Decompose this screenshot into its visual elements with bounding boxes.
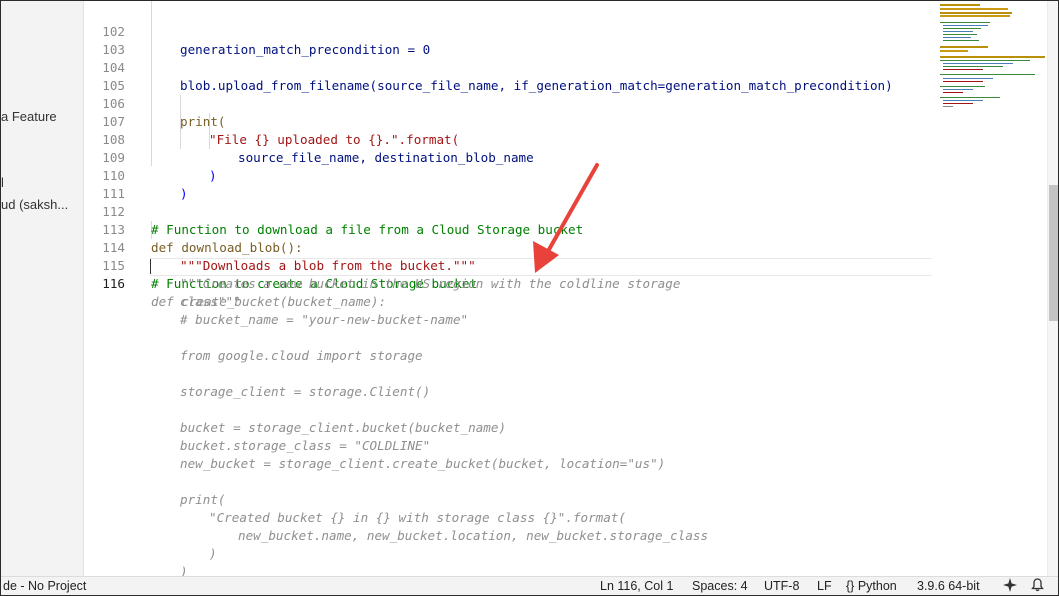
scrollbar-thumb[interactable] — [1049, 185, 1058, 321]
code-line: 107 "File {} uploaded to {}.".format( — [84, 95, 940, 147]
suggestion-text: """Creates a new bucket in the US region… — [180, 276, 681, 291]
status-project[interactable]: de - No Project — [3, 578, 86, 595]
status-cursor-position[interactable]: Ln 116, Col 1 — [600, 578, 673, 595]
suggestion-line: ) — [84, 563, 940, 576]
code-line: 110 ) — [84, 149, 940, 201]
suggestion-text: class""" — [180, 294, 241, 309]
suggestion-text: ) — [209, 546, 217, 561]
suggestion-text: storage_client = storage.Client() — [180, 384, 431, 399]
code-line: 104 blob.upload_from_filename(source_fil… — [84, 41, 940, 93]
code-line: 102 generation_match_precondition = 0 — [84, 5, 940, 57]
suggestion-line: new_bucket = storage_client.create_bucke… — [84, 455, 940, 473]
suggestion-text: # bucket_name = "your-new-bucket-name" — [180, 312, 469, 327]
status-line-ending[interactable]: LF — [817, 578, 832, 595]
suggestion-line: "Created bucket {} in {} with storage cl… — [84, 509, 940, 527]
code-line: 103 — [84, 23, 940, 57]
braces-icon: {} — [846, 579, 855, 593]
suggestion-line: class""" — [84, 293, 940, 311]
code-line: 111 — [84, 167, 940, 201]
app-window: a Feature l ud (saksh... 102 generation_… — [0, 0, 1059, 596]
suggestion-text: new_bucket = storage_client.create_bucke… — [180, 456, 666, 471]
suggestion-line: ) — [84, 545, 940, 563]
code-line: 114 """Downloads a blob from the bucket.… — [84, 221, 940, 273]
code-line: 108 source_file_name, destination_blob_n… — [84, 113, 940, 165]
suggestion-text: print( — [180, 492, 226, 507]
suggestion-text: ) — [180, 564, 188, 576]
sparkle-icon[interactable] — [1003, 578, 1017, 595]
suggestion-line: new_bucket.name, new_bucket.location, ne… — [84, 527, 940, 545]
suggestion-text: bucket = storage_client.bucket(bucket_na… — [180, 420, 507, 435]
sidebar: a Feature l ud (saksh... — [1, 1, 84, 576]
text-cursor — [150, 259, 151, 274]
sidebar-item[interactable]: l — [1, 175, 4, 190]
sidebar-item-feature[interactable]: a Feature — [1, 109, 57, 124]
status-language-mode[interactable]: {} Python — [846, 578, 897, 595]
suggestion-text: bucket.storage_class = "COLDLINE" — [180, 438, 431, 453]
code-line: 105 — [84, 59, 940, 93]
suggestion-text: "Created bucket {} in {} with storage cl… — [209, 510, 627, 525]
suggestion-line: print( — [84, 491, 940, 509]
status-encoding[interactable]: UTF-8 — [764, 578, 799, 595]
suggestion-line: bucket.storage_class = "COLDLINE" — [84, 437, 940, 455]
code-line: 109 ) — [84, 131, 940, 183]
code-line: 112 # Function to download a file from a… — [84, 185, 940, 237]
code-line: 115 # Function to create a Cloud Storage… — [84, 239, 940, 291]
red-arrow-icon — [533, 163, 599, 273]
sidebar-item-cloud[interactable]: ud (saksh... — [1, 197, 68, 212]
status-indentation[interactable]: Spaces: 4 — [692, 578, 748, 595]
minimap[interactable] — [940, 1, 1047, 576]
suggestion-line: storage_client = storage.Client() — [84, 383, 940, 401]
vertical-scrollbar[interactable] — [1047, 1, 1058, 576]
suggestion-text: new_bucket.name, new_bucket.location, ne… — [238, 528, 709, 543]
code-line: 106 print( — [84, 77, 940, 129]
suggestion-line: bucket = storage_client.bucket(bucket_na… — [84, 419, 940, 437]
suggestion-line: from google.cloud import storage — [84, 347, 940, 365]
suggestion-text: from google.cloud import storage — [180, 348, 423, 363]
code-line: 113 def download_blob(): — [84, 203, 940, 255]
suggestion-line: """Creates a new bucket in the US region… — [84, 275, 940, 293]
status-bar: de - No Project Ln 116, Col 1 Spaces: 4 … — [1, 576, 1058, 595]
bell-icon[interactable] — [1031, 578, 1044, 595]
status-language: Python — [857, 579, 897, 593]
code-line-active: 116 def create_bucket(bucket_name): — [84, 257, 940, 309]
suggestion-line: # bucket_name = "your-new-bucket-name" — [84, 311, 940, 329]
code-editor[interactable]: 102 generation_match_precondition = 0 10… — [84, 1, 940, 576]
status-interpreter[interactable]: 3.9.6 64-bit — [917, 578, 980, 595]
